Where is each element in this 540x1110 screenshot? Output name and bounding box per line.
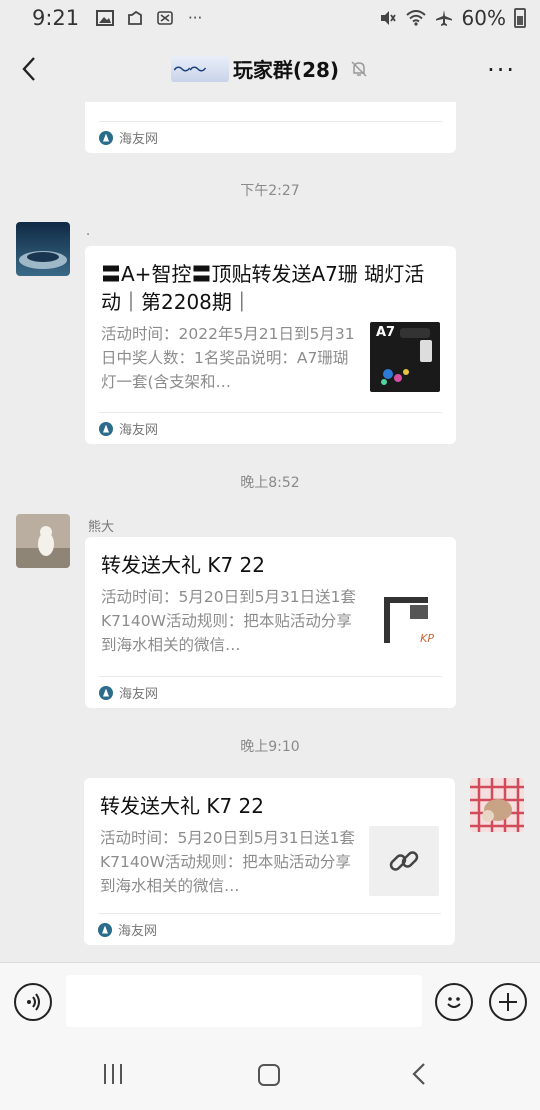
voice-icon [27, 993, 40, 1011]
card-title: 转发送大礼 K7 22 [100, 794, 265, 818]
status-bar: 9:21 ··· 60% [0, 0, 540, 36]
chat-title-area: 玩家群(28) [0, 54, 540, 83]
source-name: 海友网 [119, 423, 159, 438]
plus-icon [499, 993, 517, 1011]
timestamp: 晚上9:10 [240, 739, 300, 755]
avatar[interactable] [16, 222, 70, 276]
source-name: 海友网 [119, 132, 159, 147]
avatar[interactable] [470, 778, 524, 832]
status-time: 9:21 [32, 6, 80, 30]
battery-text: 60% [461, 6, 506, 30]
system-nav-bar [0, 1040, 540, 1110]
emoji-button[interactable] [435, 983, 473, 1021]
message-card[interactable]: 转发送大礼 K7 22 活动时间：5月20日到5月31日送1套K7140W活动规… [84, 778, 455, 945]
card-description: 活动时间：5月20日到5月31日送1套K7140W活动规则：把本贴活动分享到海水… [101, 588, 357, 654]
network-icon [155, 8, 175, 28]
image-icon [95, 8, 115, 28]
card-source: 海友网 [99, 676, 442, 708]
mute-icon [378, 8, 398, 28]
avatar[interactable] [16, 514, 70, 568]
source-name: 海友网 [119, 687, 159, 702]
airplane-icon [434, 8, 454, 28]
voice-button[interactable] [14, 983, 52, 1021]
home-button[interactable] [258, 1064, 280, 1086]
back-button[interactable] [14, 52, 44, 86]
timestamp: 下午2:27 [240, 183, 300, 199]
card-source: 海友网 [99, 412, 442, 444]
card-description: 活动时间：2022年5月21日到5月31日中奖人数：1名奖品说明：A7珊瑚灯一套… [101, 325, 355, 391]
message-input[interactable] [66, 975, 422, 1027]
wifi-icon [405, 8, 426, 28]
chevron-left-icon [412, 1063, 425, 1085]
mute-bell-icon [351, 60, 367, 77]
card-description: 活动时间：5月20日到5月31日送1套K7140W活动规则：把本贴活动分享到海水… [100, 829, 356, 895]
source-logo-icon [99, 130, 113, 145]
chat-title: 玩家群(28) [232, 58, 340, 82]
smiley-icon [447, 997, 461, 1008]
sender-name: . [86, 224, 91, 239]
system-back-button[interactable] [410, 1062, 430, 1086]
battery-icon [514, 8, 526, 28]
thumb-label: KP [420, 632, 434, 645]
source-logo-icon [99, 421, 113, 436]
timestamp: 晚上8:52 [240, 475, 300, 491]
card-source: 海友网 [99, 121, 442, 153]
source-logo-icon [98, 922, 112, 937]
card-thumbnail: A7 [370, 322, 440, 392]
message-card[interactable]: 〓A+智控〓顶贴转发送A7珊 瑚灯活动｜第2208期｜ 活动时间：2022年5月… [85, 246, 456, 444]
message-card[interactable]: 海友网 [85, 102, 456, 153]
input-bar [0, 962, 540, 1040]
card-thumbnail: KP [370, 585, 440, 655]
cloud-icon [125, 8, 145, 28]
message-card[interactable]: 转发送大礼 K7 22 活动时间：5月20日到5月31日送1套K7140W活动规… [85, 537, 456, 708]
status-icons-left: ··· [95, 8, 205, 28]
message-list[interactable]: 海友网 下午2:27 . 〓A+智控〓顶贴转发送A7珊 瑚灯活动｜第2208期｜… [0, 102, 540, 962]
more-options-button[interactable]: ··· [487, 58, 516, 82]
chat-header: 玩家群(28) ··· [0, 36, 540, 102]
recent-apps-button[interactable] [104, 1064, 122, 1084]
card-title: 〓A+智控〓顶贴转发送A7珊 瑚灯活动｜第2208期｜ [101, 262, 425, 314]
source-name: 海友网 [118, 924, 158, 939]
card-title: 转发送大礼 K7 22 [101, 553, 266, 577]
sender-name: 熊大 [88, 520, 115, 535]
status-icons-right: 60% [378, 6, 526, 30]
wave-emoji-icon [170, 55, 229, 82]
more-dots-icon: ··· [188, 9, 203, 27]
source-logo-icon [99, 685, 113, 700]
chevron-left-icon [22, 57, 35, 81]
card-thumbnail [369, 826, 439, 896]
card-source: 海友网 [98, 913, 441, 945]
link-icon [389, 851, 419, 871]
add-attachment-button[interactable] [489, 983, 527, 1021]
